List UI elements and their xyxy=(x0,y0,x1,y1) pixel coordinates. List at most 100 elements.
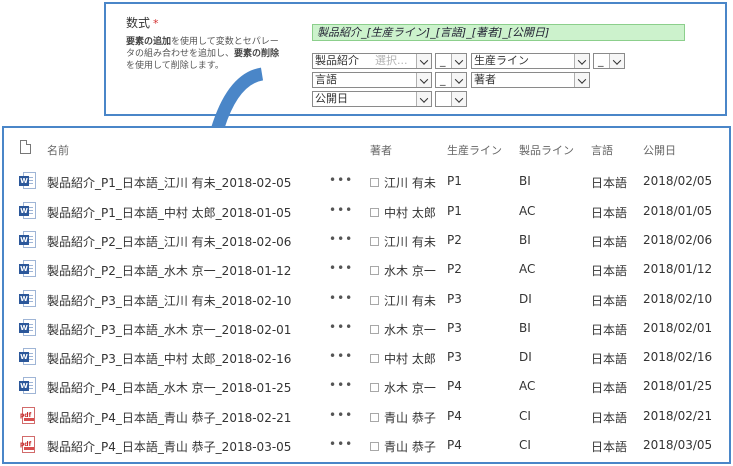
author-name[interactable]: 水木 京一 xyxy=(384,321,436,338)
separator-select-2[interactable]: _ xyxy=(593,53,625,69)
more-options-button[interactable]: ••• xyxy=(329,349,353,363)
author-name[interactable]: 青山 恭子 xyxy=(384,409,436,426)
presence-icon xyxy=(370,266,379,275)
table-row[interactable]: W 製品紹介_P1_日本語_中村 太郎_2018-01-05 ••• 中村 太郎… xyxy=(4,196,729,225)
presence-icon xyxy=(370,325,379,334)
publish-date-value: 2018/03/05 xyxy=(643,438,713,452)
table-row[interactable]: W 製品紹介_P3_日本語_中村 太郎_2018-02-16 ••• 中村 太郎… xyxy=(4,342,729,371)
publish-date-value: 2018/02/06 xyxy=(643,233,713,247)
more-options-button[interactable]: ••• xyxy=(329,408,353,422)
table-row[interactable]: W 製品紹介_P3_日本語_江川 有未_2018-02-10 ••• 江川 有未… xyxy=(4,284,729,313)
author-name[interactable]: 江川 有未 xyxy=(384,174,436,191)
table-row[interactable]: pdf 製品紹介_P4_日本語_青山 恭子_2018-02-21 ••• 青山 … xyxy=(4,401,729,430)
author-name[interactable]: 中村 太郎 xyxy=(384,204,436,221)
file-name-link[interactable]: 製品紹介_P3_日本語_中村 太郎_2018-02-16 xyxy=(47,350,291,367)
table-row[interactable]: W 製品紹介_P2_日本語_水木 京一_2018-01-12 ••• 水木 京一… xyxy=(4,254,729,283)
more-options-button[interactable]: ••• xyxy=(329,378,353,392)
column-header-production-line[interactable]: 生産ライン xyxy=(447,142,502,158)
language-value: 日本語 xyxy=(591,440,628,454)
more-options-button[interactable]: ••• xyxy=(329,173,353,187)
formula-element-select-2[interactable]: 生産ライン xyxy=(471,53,590,69)
more-options-button[interactable]: ••• xyxy=(329,437,353,451)
file-name-link[interactable]: 製品紹介_P4_日本語_青山 恭子_2018-03-05 xyxy=(47,438,291,455)
separator-value: _ xyxy=(440,73,446,86)
column-header-product-line[interactable]: 製品ライン xyxy=(519,142,574,158)
file-name-link[interactable]: 製品紹介_P3_日本語_江川 有未_2018-02-10 xyxy=(47,292,291,309)
table-row[interactable]: W 製品紹介_P2_日本語_江川 有未_2018-02-06 ••• 江川 有未… xyxy=(4,225,729,254)
production-line-value: P2 xyxy=(447,262,462,276)
file-type-icon[interactable] xyxy=(20,140,31,154)
publish-date-value: 2018/01/05 xyxy=(643,204,713,218)
author-name[interactable]: 江川 有未 xyxy=(384,233,436,250)
column-header-publish-date[interactable]: 公開日 xyxy=(643,142,676,158)
production-line-value: P4 xyxy=(447,438,462,452)
language-value: 日本語 xyxy=(591,206,628,220)
formula-element-select-1[interactable]: 製品紹介 選択... xyxy=(312,53,432,69)
file-name-link[interactable]: 製品紹介_P3_日本語_水木 京一_2018-02-01 xyxy=(47,321,291,338)
file-name-link[interactable]: 製品紹介_P4_日本語_水木 京一_2018-01-25 xyxy=(47,379,291,396)
chevron-down-icon[interactable] xyxy=(416,54,431,68)
more-options-button[interactable]: ••• xyxy=(329,320,353,334)
chevron-down-icon[interactable] xyxy=(574,54,589,68)
chevron-down-icon[interactable] xyxy=(609,54,624,68)
more-options-button[interactable]: ••• xyxy=(329,203,353,217)
column-header-language[interactable]: 言語 xyxy=(591,142,613,158)
separator-select-1[interactable]: _ xyxy=(435,53,467,69)
file-name-link[interactable]: 製品紹介_P2_日本語_江川 有未_2018-02-06 xyxy=(47,233,291,250)
language-value: 日本語 xyxy=(591,323,628,337)
add-element-term: 要素の追加 xyxy=(126,37,172,47)
production-line-value: P3 xyxy=(447,350,462,364)
table-row[interactable]: W 製品紹介_P4_日本語_水木 京一_2018-01-25 ••• 水木 京一… xyxy=(4,371,729,400)
product-line-value: AC xyxy=(519,204,536,218)
formula-element-select-5[interactable]: 公開日 xyxy=(312,91,432,107)
language-value: 日本語 xyxy=(591,381,628,395)
author-name[interactable]: 江川 有未 xyxy=(384,292,436,309)
publish-date-value: 2018/01/25 xyxy=(643,379,713,393)
word-document-icon: W xyxy=(19,377,36,394)
publish-date-value: 2018/02/01 xyxy=(643,321,713,335)
word-document-icon: W xyxy=(19,231,36,248)
table-row[interactable]: W 製品紹介_P3_日本語_水木 京一_2018-02-01 ••• 水木 京一… xyxy=(4,313,729,342)
word-document-icon: W xyxy=(19,202,36,219)
remove-element-term: 要素の削除 xyxy=(234,49,280,59)
formula-element-select-4[interactable]: 著者 xyxy=(471,72,590,88)
chevron-down-icon[interactable] xyxy=(416,92,431,106)
table-row[interactable]: W 製品紹介_P1_日本語_江川 有未_2018-02-05 ••• 江川 有未… xyxy=(4,166,729,195)
presence-icon xyxy=(370,296,379,305)
author-name[interactable]: 青山 恭子 xyxy=(384,438,436,455)
chevron-down-icon[interactable] xyxy=(451,54,466,68)
more-options-button[interactable]: ••• xyxy=(329,291,353,305)
chevron-down-icon[interactable] xyxy=(416,73,431,87)
production-line-value: P3 xyxy=(447,321,462,335)
table-row[interactable]: pdf 製品紹介_P4_日本語_青山 恭子_2018-03-05 ••• 青山 … xyxy=(4,430,729,459)
file-name-link[interactable]: 製品紹介_P4_日本語_青山 恭子_2018-02-21 xyxy=(47,409,291,426)
chevron-down-icon[interactable] xyxy=(451,73,466,87)
more-options-button[interactable]: ••• xyxy=(329,232,353,246)
chevron-down-icon[interactable] xyxy=(451,92,466,106)
production-line-value: P2 xyxy=(447,233,462,247)
language-value: 日本語 xyxy=(591,176,628,190)
formula-value-field[interactable]: 製品紹介_[生産ライン]_[言語]_[著者]_[公開日] xyxy=(312,24,685,41)
product-line-value: DI xyxy=(519,350,532,364)
column-header-author[interactable]: 著者 xyxy=(370,142,392,158)
file-name-link[interactable]: 製品紹介_P1_日本語_江川 有未_2018-02-05 xyxy=(47,174,291,191)
author-name[interactable]: 水木 京一 xyxy=(384,262,436,279)
presence-icon xyxy=(370,413,379,422)
production-line-value: P4 xyxy=(447,379,462,393)
word-document-icon: W xyxy=(19,290,36,307)
formula-element-select-3[interactable]: 言語 xyxy=(312,72,432,88)
language-value: 日本語 xyxy=(591,411,628,425)
product-line-value: CI xyxy=(519,438,531,452)
file-name-link[interactable]: 製品紹介_P2_日本語_水木 京一_2018-01-12 xyxy=(47,262,291,279)
product-line-value: BI xyxy=(519,321,531,335)
separator-select-3[interactable]: _ xyxy=(435,72,467,88)
author-name[interactable]: 中村 太郎 xyxy=(384,350,436,367)
column-header-name[interactable]: 名前 xyxy=(47,142,69,158)
chevron-down-icon[interactable] xyxy=(574,73,589,87)
production-line-value: P1 xyxy=(447,204,462,218)
separator-select-5[interactable] xyxy=(435,91,467,107)
product-line-value: DI xyxy=(519,292,532,306)
more-options-button[interactable]: ••• xyxy=(329,261,353,275)
file-name-link[interactable]: 製品紹介_P1_日本語_中村 太郎_2018-01-05 xyxy=(47,204,291,221)
author-name[interactable]: 水木 京一 xyxy=(384,379,436,396)
